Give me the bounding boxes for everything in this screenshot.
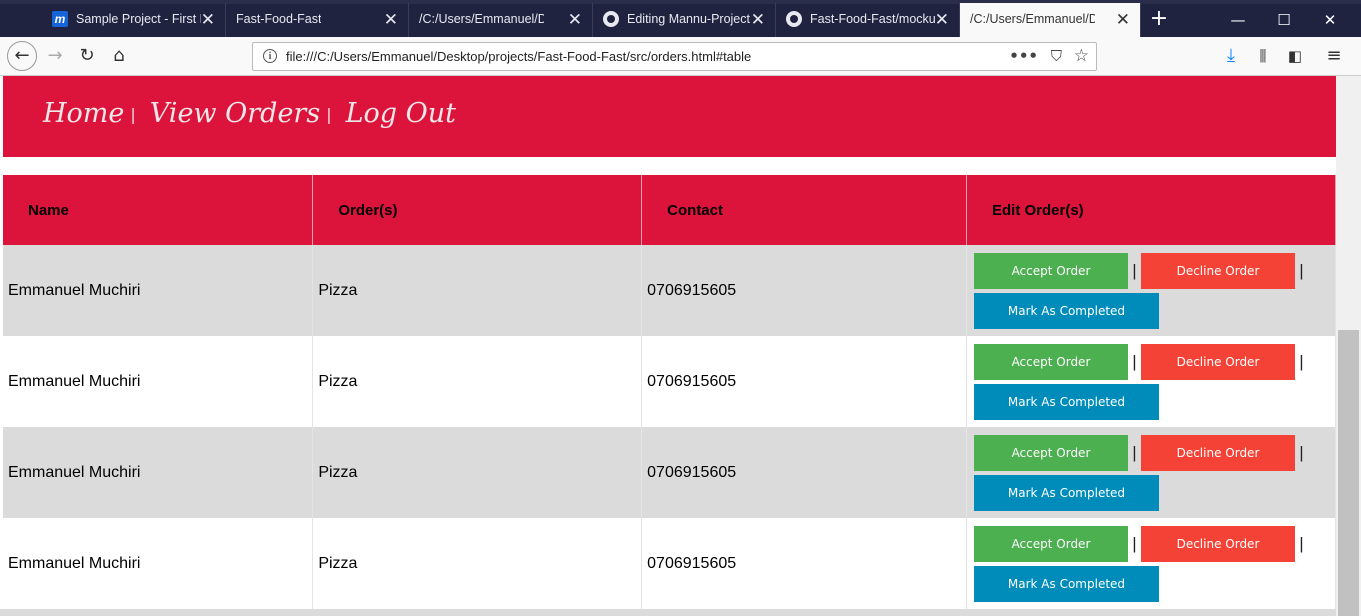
back-arrow-icon[interactable]: ← [7, 41, 37, 71]
column-header-contact: Contact [641, 175, 967, 245]
button-separator: | [1132, 351, 1137, 371]
site-info-icon[interactable]: i [263, 49, 277, 63]
tab-local-file[interactable]: /C:/Users/Emmanuel/Deskt ✕ [409, 3, 593, 37]
maximize-icon[interactable]: ☐ [1261, 3, 1307, 37]
pocket-icon[interactable]: ⛉ [1051, 43, 1062, 70]
tab-label: Editing Mannu-Project [627, 12, 750, 26]
m-logo-icon: m [52, 10, 68, 27]
column-header-orders: Order(s) [312, 175, 643, 245]
button-separator: | [1299, 442, 1304, 462]
table-header-row: Name Order(s) Contact Edit Order(s) [3, 175, 1336, 245]
bookmark-star-icon[interactable]: ☆ [1074, 43, 1089, 70]
cell-actions: Accept Order | Decline Order | Mark As Comp… [966, 427, 1336, 518]
site-header: Home | View Orders | Log Out [3, 76, 1336, 157]
cell-contact: 0706915605 [641, 336, 967, 427]
close-icon[interactable]: ✕ [568, 3, 582, 36]
table-row: Emmanuel Muchiri Pizza 0706915605 Accept… [3, 245, 1336, 336]
github-icon [786, 10, 802, 27]
close-icon[interactable]: ✕ [384, 3, 398, 36]
button-separator: | [1132, 533, 1137, 553]
cell-name: Emmanuel Muchiri [3, 336, 314, 427]
table-row: Emmanuel Muchiri Pizza 0706915605 Accept… [3, 336, 1336, 427]
nav-separator: | [326, 105, 332, 124]
accept-order-button[interactable]: Accept Order [973, 252, 1128, 289]
close-icon[interactable]: ✕ [751, 3, 765, 36]
cell-order: Pizza [312, 427, 643, 518]
mark-as-completed-button[interactable]: Mark As Completed [973, 474, 1159, 511]
button-separator: | [1299, 260, 1304, 280]
decline-order-button[interactable]: Decline Order [1140, 252, 1295, 289]
cell-actions: Accept Order | Decline Order | Mark As Comp… [966, 245, 1336, 336]
address-bar[interactable]: i file:///C:/Users/Emmanuel/Desktop/proj… [252, 42, 1097, 71]
tab-label: Sample Project - First P [76, 12, 201, 26]
tab-label: Fast-Food-Fast/mockup [810, 12, 935, 26]
library-icon[interactable]: ⫼ [1249, 42, 1277, 70]
cell-order: Pizza [312, 245, 643, 336]
tab-label: /C:/Users/Emmanuel/Deskt [970, 12, 1095, 26]
cell-contact: 0706915605 [641, 245, 967, 336]
button-separator: | [1132, 260, 1137, 280]
decline-order-button[interactable]: Decline Order [1140, 343, 1295, 380]
tab-sample-project[interactable]: m Sample Project - First P ✕ [42, 3, 226, 37]
orders-table: Name Order(s) Contact Edit Order(s) Emma… [3, 175, 1336, 609]
address-url[interactable]: file:///C:/Users/Emmanuel/Desktop/projec… [286, 43, 751, 70]
tab-active-local-file[interactable]: /C:/Users/Emmanuel/Deskt ✕ [960, 3, 1141, 37]
mark-as-completed-button[interactable]: Mark As Completed [973, 292, 1159, 329]
cell-name: Emmanuel Muchiri [3, 427, 314, 518]
menu-hamburger-icon[interactable]: ≡ [1320, 42, 1348, 70]
minimize-icon[interactable]: — [1215, 3, 1261, 37]
next-row-partial [0, 609, 1336, 616]
tab-editing-mannu-project[interactable]: Editing Mannu-Project ✕ [593, 3, 776, 37]
tab-label: /C:/Users/Emmanuel/Deskt [419, 12, 544, 26]
accept-order-button[interactable]: Accept Order [973, 434, 1128, 471]
cell-actions: Accept Order | Decline Order | Mark As Comp… [966, 336, 1336, 427]
forward-arrow-icon[interactable]: → [41, 42, 69, 70]
accept-order-button[interactable]: Accept Order [973, 525, 1128, 562]
new-tab-plus-icon[interactable]: + [1146, 3, 1172, 37]
cell-order: Pizza [312, 518, 643, 609]
home-icon[interactable]: ⌂ [105, 42, 133, 70]
column-header-edit-orders: Edit Order(s) [966, 175, 1336, 245]
table-row: Emmanuel Muchiri Pizza 0706915605 Accept… [3, 427, 1336, 518]
scrollbar-thumb[interactable] [1338, 330, 1359, 616]
mark-as-completed-button[interactable]: Mark As Completed [973, 383, 1159, 420]
tab-label: Fast-Food-Fast [236, 12, 322, 26]
nav-view-orders-link[interactable]: View Orders [150, 98, 320, 129]
close-icon[interactable]: ✕ [1116, 3, 1130, 36]
sidebar-icon[interactable]: ◧ [1281, 42, 1309, 70]
mark-as-completed-button[interactable]: Mark As Completed [973, 565, 1159, 602]
button-separator: | [1299, 533, 1304, 553]
cell-name: Emmanuel Muchiri [3, 245, 314, 336]
table-row: Emmanuel Muchiri Pizza 0706915605 Accept… [3, 518, 1336, 609]
cell-order: Pizza [312, 336, 643, 427]
nav-separator: | [130, 105, 136, 124]
navigation-toolbar: ← → ↻ ⌂ i file:///C:/Users/Emmanuel/Desk… [0, 37, 1361, 76]
tab-fast-food-fast[interactable]: Fast-Food-Fast ✕ [226, 3, 409, 37]
button-separator: | [1299, 351, 1304, 371]
vertical-scrollbar[interactable] [1336, 76, 1361, 616]
close-icon[interactable]: ✕ [935, 3, 949, 36]
tab-fast-food-fast-mockup[interactable]: Fast-Food-Fast/mockup ✕ [776, 3, 960, 37]
button-separator: | [1132, 442, 1137, 462]
reload-icon[interactable]: ↻ [73, 42, 101, 70]
decline-order-button[interactable]: Decline Order [1140, 434, 1295, 471]
site-nav: Home | View Orders | Log Out [43, 98, 456, 129]
page-content: Home | View Orders | Log Out Name Order(s) C… [0, 76, 1336, 616]
column-header-name: Name [3, 175, 314, 245]
decline-order-button[interactable]: Decline Order [1140, 525, 1295, 562]
close-icon[interactable]: ✕ [201, 3, 215, 36]
cell-name: Emmanuel Muchiri [3, 518, 314, 609]
nav-log-out-link[interactable]: Log Out [346, 98, 456, 129]
window-close-icon[interactable]: ✕ [1307, 3, 1353, 37]
cell-contact: 0706915605 [641, 518, 967, 609]
nav-home-link[interactable]: Home [43, 98, 124, 129]
page-actions-icon[interactable]: ••• [1009, 43, 1038, 70]
tab-bar: m Sample Project - First P ✕ Fast-Food-Fa… [0, 0, 1361, 37]
github-icon [603, 10, 619, 27]
downloads-icon[interactable]: ⤓ [1217, 42, 1245, 70]
cell-contact: 0706915605 [641, 427, 967, 518]
accept-order-button[interactable]: Accept Order [973, 343, 1128, 380]
cell-actions: Accept Order | Decline Order | Mark As Comp… [966, 518, 1336, 609]
